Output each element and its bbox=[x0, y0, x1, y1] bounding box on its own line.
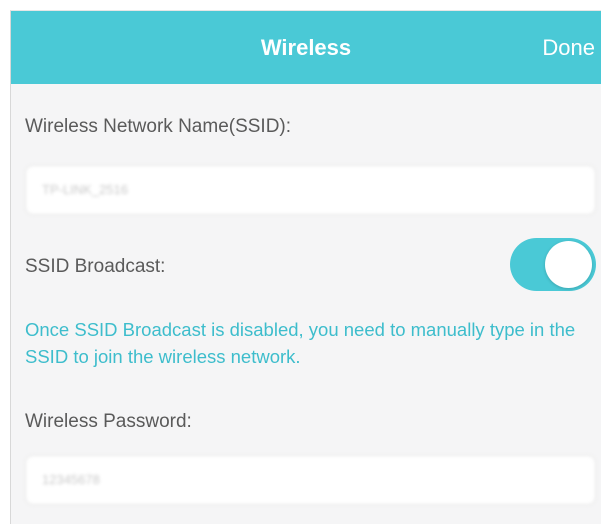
password-input[interactable]: 12345678 bbox=[25, 455, 596, 505]
ssid-broadcast-label: SSID Broadcast: bbox=[25, 256, 166, 277]
toggle-knob bbox=[545, 241, 592, 288]
wireless-settings-screen: Wireless Done Wireless Network Name(SSID… bbox=[10, 10, 601, 524]
done-button[interactable]: Done bbox=[542, 11, 595, 84]
password-label: Wireless Password: bbox=[25, 411, 192, 432]
ssid-input[interactable]: TP-LINK_2516 bbox=[25, 165, 596, 215]
page-title: Wireless bbox=[260, 35, 352, 60]
top-bar: Wireless Done bbox=[11, 11, 601, 84]
ssid-broadcast-hint: Once SSID Broadcast is disabled, you nee… bbox=[25, 319, 576, 367]
ssid-broadcast-toggle[interactable] bbox=[510, 238, 596, 291]
ssid-label: Wireless Network Name(SSID): bbox=[25, 116, 292, 137]
